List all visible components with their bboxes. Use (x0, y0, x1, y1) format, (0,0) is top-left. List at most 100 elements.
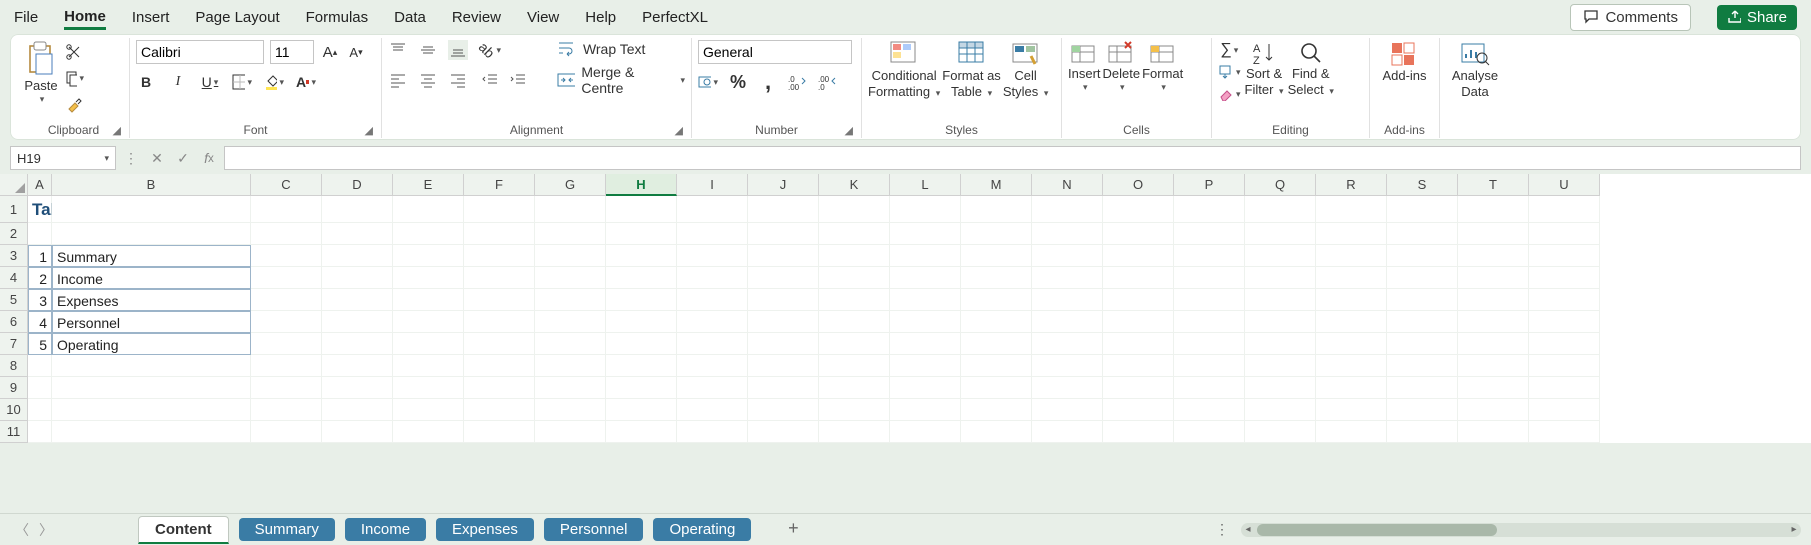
cell-S8[interactable] (1387, 355, 1458, 377)
cell-R3[interactable] (1316, 245, 1387, 267)
cell-N11[interactable] (1032, 421, 1103, 443)
cell-H10[interactable] (606, 399, 677, 421)
menu-insert[interactable]: Insert (132, 5, 170, 30)
cell-U2[interactable] (1529, 223, 1600, 245)
cell-R5[interactable] (1316, 289, 1387, 311)
cell-A2[interactable] (28, 223, 52, 245)
cell-R2[interactable] (1316, 223, 1387, 245)
cell-U8[interactable] (1529, 355, 1600, 377)
cell-F4[interactable] (464, 267, 535, 289)
cell-Q5[interactable] (1245, 289, 1316, 311)
number-dialog-launcher[interactable]: ◢ (845, 124, 853, 137)
cell-K6[interactable] (819, 311, 890, 333)
cell-O7[interactable] (1103, 333, 1174, 355)
cut-button[interactable] (64, 42, 84, 62)
cell-P11[interactable] (1174, 421, 1245, 443)
cell-F8[interactable] (464, 355, 535, 377)
comma-format-button[interactable]: , (758, 72, 778, 92)
menu-help[interactable]: Help (585, 5, 616, 30)
cell-S9[interactable] (1387, 377, 1458, 399)
row-header-3[interactable]: 3 (0, 245, 28, 267)
merge-centre-button[interactable]: Merge & Centre ▾ (557, 64, 685, 96)
cell-S10[interactable] (1387, 399, 1458, 421)
cell-A11[interactable] (28, 421, 52, 443)
tab-scroll-right[interactable]: 〉 (34, 518, 58, 542)
cell-N3[interactable] (1032, 245, 1103, 267)
cell-U3[interactable] (1529, 245, 1600, 267)
cell-T5[interactable] (1458, 289, 1529, 311)
cell-G6[interactable] (535, 311, 606, 333)
row-header-1[interactable]: 1 (0, 196, 28, 223)
cell-C4[interactable] (251, 267, 322, 289)
col-header-L[interactable]: L (890, 174, 961, 196)
cell-A6[interactable]: 4 (28, 311, 52, 333)
col-header-B[interactable]: B (52, 174, 251, 196)
cell-U1[interactable] (1529, 196, 1600, 223)
col-header-J[interactable]: J (748, 174, 819, 196)
cell-K3[interactable] (819, 245, 890, 267)
cell-P8[interactable] (1174, 355, 1245, 377)
cell-C8[interactable] (251, 355, 322, 377)
cell-J10[interactable] (748, 399, 819, 421)
cell-O9[interactable] (1103, 377, 1174, 399)
cell-S7[interactable] (1387, 333, 1458, 355)
cell-G8[interactable] (535, 355, 606, 377)
cell-S11[interactable] (1387, 421, 1458, 443)
cell-P3[interactable] (1174, 245, 1245, 267)
cell-N9[interactable] (1032, 377, 1103, 399)
cell-Q6[interactable] (1245, 311, 1316, 333)
cell-B11[interactable] (52, 421, 251, 443)
col-header-R[interactable]: R (1316, 174, 1387, 196)
menu-view[interactable]: View (527, 5, 559, 30)
cell-S2[interactable] (1387, 223, 1458, 245)
cell-E6[interactable] (393, 311, 464, 333)
underline-button[interactable]: U▾ (200, 72, 220, 92)
cell-A10[interactable] (28, 399, 52, 421)
cell-G9[interactable] (535, 377, 606, 399)
cell-D11[interactable] (322, 421, 393, 443)
cell-D4[interactable] (322, 267, 393, 289)
cell-L11[interactable] (890, 421, 961, 443)
cell-G11[interactable] (535, 421, 606, 443)
cell-J11[interactable] (748, 421, 819, 443)
cell-R1[interactable] (1316, 196, 1387, 223)
cell-O10[interactable] (1103, 399, 1174, 421)
cell-J8[interactable] (748, 355, 819, 377)
cell-G4[interactable] (535, 267, 606, 289)
cell-A4[interactable]: 2 (28, 267, 52, 289)
cell-E8[interactable] (393, 355, 464, 377)
cell-T4[interactable] (1458, 267, 1529, 289)
addins-button[interactable]: Add-ins (1382, 40, 1426, 84)
cell-T3[interactable] (1458, 245, 1529, 267)
cell-C3[interactable] (251, 245, 322, 267)
conditional-formatting-button[interactable]: Conditional Formatting ▾ (868, 40, 940, 101)
sheet-tab-personnel[interactable]: Personnel (544, 518, 644, 541)
tab-scroll-left[interactable]: 〈 (10, 518, 34, 542)
cell-I5[interactable] (677, 289, 748, 311)
cell-S3[interactable] (1387, 245, 1458, 267)
cell-R11[interactable] (1316, 421, 1387, 443)
cell-N7[interactable] (1032, 333, 1103, 355)
cell-M1[interactable] (961, 196, 1032, 223)
cell-A9[interactable] (28, 377, 52, 399)
cell-U4[interactable] (1529, 267, 1600, 289)
cancel-formula-button[interactable]: ✕ (146, 147, 168, 169)
cell-E7[interactable] (393, 333, 464, 355)
cell-O4[interactable] (1103, 267, 1174, 289)
menu-data[interactable]: Data (394, 5, 426, 30)
cell-M9[interactable] (961, 377, 1032, 399)
sheet-tab-income[interactable]: Income (345, 518, 426, 541)
menu-perfectxl[interactable]: PerfectXL (642, 5, 708, 30)
cell-O3[interactable] (1103, 245, 1174, 267)
copy-button[interactable]: ▾ (64, 68, 84, 88)
cell-P1[interactable] (1174, 196, 1245, 223)
menu-page-layout[interactable]: Page Layout (195, 5, 279, 30)
cell-B8[interactable] (52, 355, 251, 377)
cell-Q3[interactable] (1245, 245, 1316, 267)
cell-I7[interactable] (677, 333, 748, 355)
decrease-font-button[interactable]: A▾ (346, 42, 366, 62)
cell-D10[interactable] (322, 399, 393, 421)
increase-font-button[interactable]: A▴ (320, 42, 340, 62)
bold-button[interactable]: B (136, 72, 156, 92)
cell-H2[interactable] (606, 223, 677, 245)
